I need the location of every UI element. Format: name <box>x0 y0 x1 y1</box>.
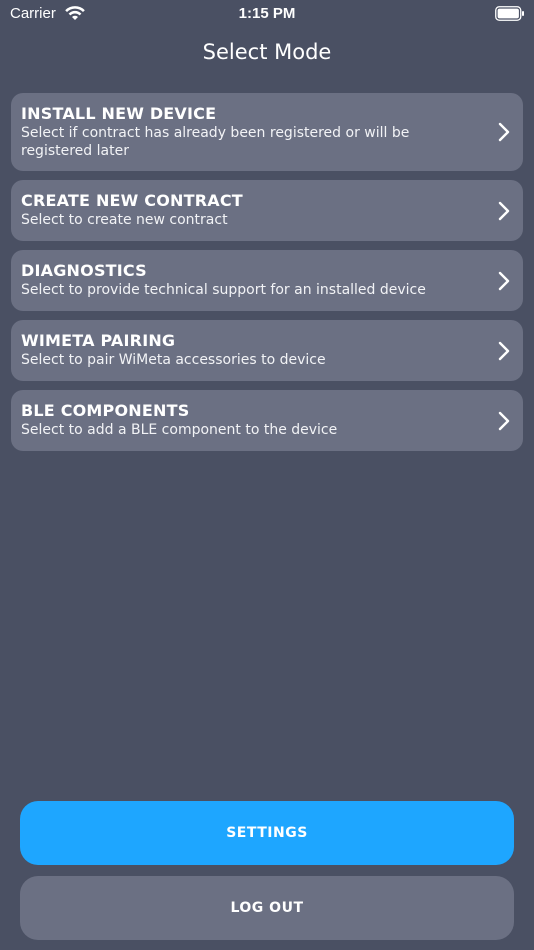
mode-description: Select to provide technical support for … <box>21 282 426 298</box>
chevron-right-icon <box>498 201 510 220</box>
mode-create-new-contract[interactable]: CREATE NEW CONTRACT Select to create new… <box>11 180 523 241</box>
chevron-right-icon <box>498 122 510 142</box>
logout-button[interactable]: LOG OUT <box>20 876 514 940</box>
status-bar: Carrier 1:15 PM <box>0 0 534 28</box>
status-time: 1:15 PM <box>238 5 296 22</box>
mode-title: DIAGNOSTICS <box>21 261 147 280</box>
settings-button[interactable]: SETTINGS <box>20 801 514 865</box>
mode-description: Select to create new contract <box>21 212 228 228</box>
battery-icon <box>495 6 524 21</box>
mode-description: Select to add a BLE component to the dev… <box>21 422 338 438</box>
mode-install-new-device[interactable]: INSTALL NEW DEVICE Select if contract ha… <box>11 93 523 171</box>
mode-title: BLE COMPONENTS <box>21 401 190 420</box>
mode-description: Select if contract has already been regi… <box>21 125 410 159</box>
mode-ble-components[interactable]: BLE COMPONENTS Select to add a BLE compo… <box>11 390 523 451</box>
mode-wimeta-pairing[interactable]: WIMETA PAIRING Select to pair WiMeta acc… <box>11 320 523 381</box>
chevron-right-icon <box>498 341 510 360</box>
mode-title: INSTALL NEW DEVICE <box>21 104 217 123</box>
mode-description: Select to pair WiMeta accessories to dev… <box>21 352 326 368</box>
mode-diagnostics[interactable]: DIAGNOSTICS Select to provide technical … <box>11 250 523 311</box>
mode-title: CREATE NEW CONTRACT <box>21 191 243 210</box>
mode-title: WIMETA PAIRING <box>21 331 176 350</box>
mode-list: INSTALL NEW DEVICE Select if contract ha… <box>11 93 523 460</box>
chevron-right-icon <box>498 271 510 290</box>
page-title: Select Mode <box>202 40 332 64</box>
chevron-right-icon <box>498 411 510 430</box>
